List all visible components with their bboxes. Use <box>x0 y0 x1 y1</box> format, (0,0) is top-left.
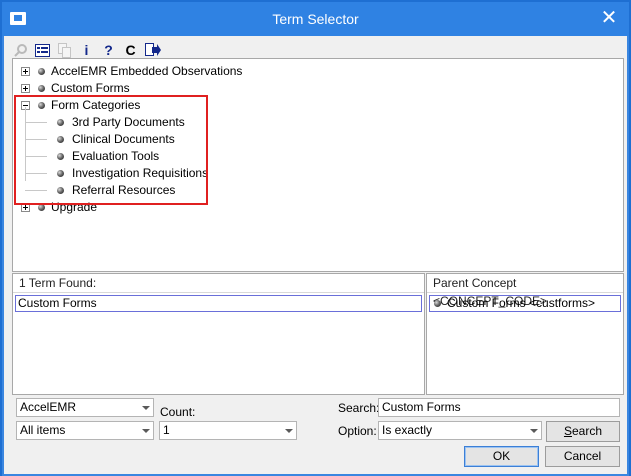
scope-value: All items <box>20 423 66 437</box>
expand-toggle[interactable] <box>21 66 30 76</box>
parent-concept-item[interactable]: Custom Forms <custforms> <box>429 295 621 312</box>
option-value: Is exactly <box>382 423 433 437</box>
tree-item-accelemr[interactable]: AccelEMR Embedded Observations <box>21 63 242 79</box>
parent-concept-panel: Parent Concept <CONCEPT_CODE> Custom For… <box>426 273 624 395</box>
search-label: Search: <box>338 401 380 415</box>
cancel-button[interactable]: Cancel <box>545 446 620 467</box>
result-item[interactable]: Custom Forms <box>15 295 422 312</box>
count-dropdown[interactable]: 1 <box>159 421 297 440</box>
count-value: 1 <box>163 423 170 437</box>
refresh-icon[interactable]: C <box>122 42 139 59</box>
chevron-down-icon[interactable] <box>138 399 153 416</box>
chevron-down-icon[interactable] <box>281 422 296 439</box>
count-label: Count: <box>160 405 196 419</box>
node-icon <box>38 84 45 92</box>
results-header: 1 Term Found: <box>13 274 424 293</box>
term-selector-window: Term Selector ✕ i ? C AccelEMR Embedded … <box>2 2 629 476</box>
title-bar: Term Selector ✕ <box>2 2 629 36</box>
ok-button[interactable]: OK <box>464 446 539 467</box>
node-icon <box>434 300 441 307</box>
source-dropdown[interactable]: AccelEMR <box>16 398 154 417</box>
expand-toggle[interactable] <box>21 83 30 93</box>
tree-item-label: AccelEMR Embedded Observations <box>51 64 243 78</box>
results-panel: 1 Term Found: Custom Forms <box>12 273 425 395</box>
scope-dropdown[interactable]: All items <box>16 421 154 440</box>
tree-item-custom-forms[interactable]: Custom Forms <box>21 80 130 96</box>
search-button[interactable]: Search <box>546 421 620 442</box>
node-icon <box>38 67 45 75</box>
term-tree[interactable]: AccelEMR Embedded Observations Custom Fo… <box>12 58 624 272</box>
window-title: Term Selector <box>272 11 359 27</box>
chevron-down-icon[interactable] <box>526 422 541 439</box>
highlight-box <box>14 95 208 205</box>
list-view-icon[interactable] <box>34 42 51 59</box>
option-dropdown[interactable]: Is exactly <box>378 421 542 440</box>
close-icon[interactable]: ✕ <box>597 6 621 30</box>
export-icon[interactable] <box>144 42 161 59</box>
copy-icon[interactable] <box>56 42 73 59</box>
option-label: Option: <box>338 424 377 438</box>
dialog-body: i ? C AccelEMR Embedded Observations Cus… <box>4 36 627 474</box>
parent-concept-header: Parent Concept <CONCEPT_CODE> <box>427 274 623 308</box>
info-icon[interactable]: i <box>78 42 95 59</box>
search-input[interactable]: Custom Forms <box>378 398 620 417</box>
search-icon[interactable] <box>12 42 29 59</box>
tree-item-label: Custom Forms <box>51 81 130 95</box>
source-value: AccelEMR <box>20 400 77 414</box>
chevron-down-icon[interactable] <box>138 422 153 439</box>
parent-concept-label: Custom Forms <custforms> <box>447 296 596 310</box>
help-icon[interactable]: ? <box>100 42 117 59</box>
